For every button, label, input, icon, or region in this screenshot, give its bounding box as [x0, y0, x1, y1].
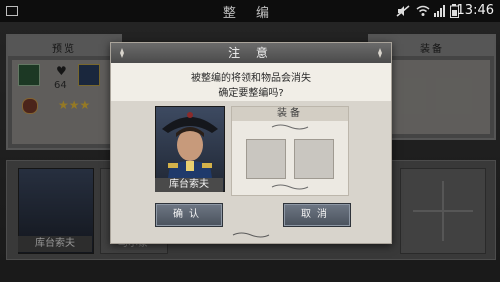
scroll-ornament-icon	[232, 232, 270, 238]
general-name-plate: 库台索夫	[155, 178, 223, 192]
mute-icon	[396, 5, 410, 17]
dialog-message-line1: 被整编的将领和物品会消失	[191, 73, 311, 84]
wifi-icon	[416, 5, 430, 16]
scroll-ornament-icon	[271, 184, 309, 190]
fleur-ornament-icon	[378, 48, 382, 58]
dialog-equipment-box: 装备	[231, 106, 349, 196]
scroll-ornament-icon	[271, 124, 309, 130]
status-bar: 整 编 13:46	[0, 0, 500, 22]
dialog-message-line2: 确定要整编吗?	[218, 88, 284, 99]
confirm-button[interactable]: 确认	[155, 203, 223, 227]
cancel-button[interactable]: 取消	[283, 203, 351, 227]
fleur-ornament-icon	[120, 48, 124, 58]
equipment-slot	[246, 139, 286, 179]
signal-icon	[434, 5, 445, 17]
equipment-slot	[294, 139, 334, 179]
dialog-title: 注 意	[111, 43, 391, 63]
clock: 13:46	[456, 3, 494, 18]
dialog-equipment-title: 装备	[232, 107, 348, 121]
confirm-dialog: 注 意 被整编的将领和物品会消失 确定要整编吗? 库台索夫 装备 确认 取消	[110, 42, 392, 244]
